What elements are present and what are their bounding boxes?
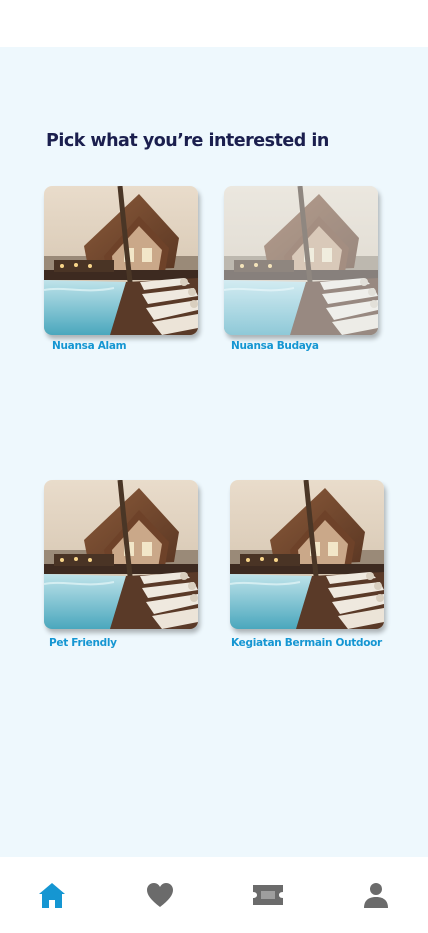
nav-home[interactable] (35, 878, 69, 912)
interest-picker: Pick what you’re interested in Nuansa Al… (0, 47, 428, 857)
person-icon (364, 883, 388, 908)
category-label: Nuansa Alam (52, 340, 127, 352)
category-card-pet-friendly[interactable] (44, 480, 198, 629)
resort-pool-photo (224, 186, 378, 335)
nav-profile[interactable] (359, 878, 393, 912)
home-icon (39, 882, 65, 908)
category-card-nuansa-budaya[interactable] (224, 186, 378, 335)
nav-favorites[interactable] (143, 878, 177, 912)
category-label: Nuansa Budaya (231, 340, 319, 352)
category-label: Pet Friendly (49, 637, 117, 649)
page-title: Pick what you’re interested in (46, 131, 329, 151)
resort-pool-photo (44, 480, 198, 629)
ticket-icon (253, 885, 283, 905)
category-card-kegiatan-bermain-outdoor[interactable] (230, 480, 384, 629)
category-card-nuansa-alam[interactable] (44, 186, 198, 335)
resort-pool-photo (230, 480, 384, 629)
heart-icon (147, 883, 173, 907)
bottom-navigation (0, 857, 428, 933)
resort-pool-photo (44, 186, 198, 335)
category-label: Kegiatan Bermain Outdoor (231, 637, 382, 649)
nav-tickets[interactable] (251, 878, 285, 912)
top-bar (0, 0, 428, 47)
